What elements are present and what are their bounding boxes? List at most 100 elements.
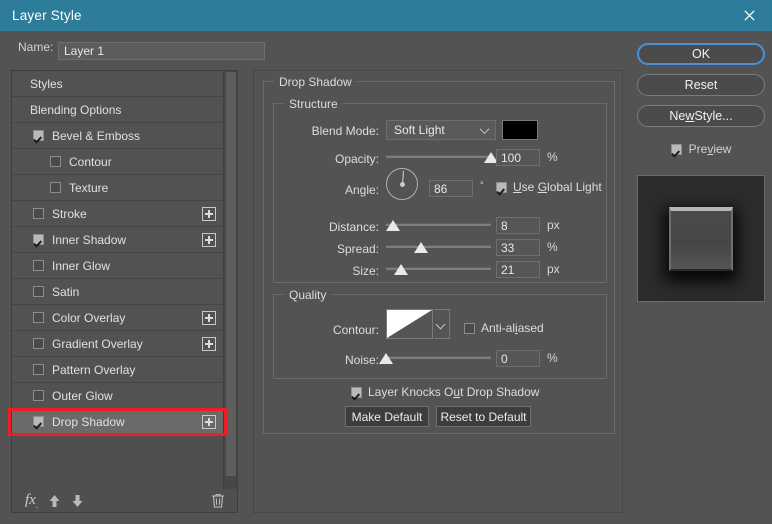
- styles-list-item-checkbox[interactable]: [33, 338, 44, 349]
- styles-list-item-label: Pattern Overlay: [52, 362, 136, 377]
- styles-list-item[interactable]: Bevel & Emboss: [12, 123, 224, 149]
- layer-name-input[interactable]: [58, 42, 265, 60]
- styles-list-item-checkbox[interactable]: [33, 286, 44, 297]
- spread-slider[interactable]: [386, 240, 491, 254]
- angle-dial-hub: [400, 182, 405, 187]
- distance-slider[interactable]: [386, 218, 491, 232]
- styles-list[interactable]: Styles Blending Options Bevel & Emboss Cont…: [12, 71, 224, 491]
- styles-list-item-checkbox[interactable]: [33, 130, 44, 141]
- styles-list-item-label: Outer Glow: [52, 388, 113, 403]
- styles-list-item[interactable]: Inner Shadow: [12, 227, 224, 253]
- new-style-button[interactable]: Ne w Style...: [637, 105, 765, 127]
- preview-row: Preview: [637, 139, 765, 159]
- add-effect-icon[interactable]: [202, 233, 216, 247]
- spread-unit: %: [547, 240, 558, 254]
- styles-list-item[interactable]: Satin: [12, 279, 224, 305]
- ok-button[interactable]: OK: [637, 43, 765, 65]
- blend-mode-value: Soft Light: [394, 123, 445, 137]
- reset-to-default-button[interactable]: Reset to Default: [436, 406, 531, 427]
- use-global-light-label: Use Global Light: [513, 180, 602, 194]
- arrow-down-icon[interactable]: [71, 494, 84, 508]
- noise-slider[interactable]: [379, 351, 491, 365]
- contour-dropdown[interactable]: [434, 309, 450, 339]
- reset-button[interactable]: Reset: [637, 74, 765, 96]
- trash-icon[interactable]: [211, 493, 225, 511]
- styles-list-item[interactable]: Blending Options: [12, 97, 224, 123]
- angle-label: Angle:: [344, 183, 379, 197]
- quality-group-label: Quality: [284, 288, 332, 302]
- close-icon[interactable]: [726, 0, 772, 31]
- styles-list-item[interactable]: Outer Glow: [12, 383, 224, 409]
- contour-preview[interactable]: [386, 309, 433, 339]
- distance-input[interactable]: [496, 217, 540, 234]
- structure-group-label: Structure: [284, 97, 343, 111]
- styles-list-item-label: Styles: [30, 76, 63, 91]
- styles-list-item-checkbox[interactable]: [33, 260, 44, 271]
- angle-input[interactable]: [429, 180, 473, 197]
- styles-toolbar: fx.: [12, 489, 237, 512]
- add-effect-icon[interactable]: [202, 415, 216, 429]
- styles-list-item-checkbox[interactable]: [33, 208, 44, 219]
- name-label: Name:: [18, 40, 54, 54]
- preview-checkbox[interactable]: [670, 143, 682, 155]
- styles-list-item-label: Gradient Overlay: [52, 336, 143, 351]
- styles-list-item-label: Inner Shadow: [52, 232, 127, 247]
- opacity-label: Opacity:: [334, 152, 379, 166]
- size-slider-knob[interactable]: [393, 264, 408, 275]
- distance-unit: px: [547, 218, 560, 232]
- noise-slider-knob[interactable]: [379, 353, 393, 364]
- styles-list-item-checkbox[interactable]: [50, 182, 61, 193]
- use-global-light-checkbox[interactable]: [496, 182, 507, 193]
- styles-list-item-checkbox[interactable]: [33, 234, 44, 245]
- layer-knocks-out-label: Layer Knocks Out Drop Shadow: [368, 385, 540, 399]
- styles-scrollbar[interactable]: [223, 71, 237, 491]
- styles-list-item-label: Blending Options: [30, 102, 122, 117]
- styles-list-item-label: Satin: [52, 284, 80, 299]
- size-slider[interactable]: [386, 262, 491, 276]
- spread-input[interactable]: [496, 239, 540, 256]
- distance-label: Distance:: [328, 220, 379, 234]
- add-effect-icon[interactable]: [202, 207, 216, 221]
- layer-knocks-out-checkbox[interactable]: [351, 387, 362, 398]
- blend-mode-label: Blend Mode:: [311, 124, 379, 138]
- styles-list-item[interactable]: Stroke: [12, 201, 224, 227]
- distance-slider-knob[interactable]: [386, 220, 401, 231]
- styles-list-item[interactable]: Texture: [12, 175, 224, 201]
- opacity-slider[interactable]: [386, 150, 498, 164]
- angle-dial[interactable]: [386, 168, 418, 200]
- fx-icon[interactable]: fx.: [25, 492, 38, 510]
- styles-list-item-checkbox[interactable]: [50, 156, 61, 167]
- make-default-button[interactable]: Make Default: [345, 406, 429, 427]
- title-bar: Layer Style: [0, 0, 772, 31]
- styles-list-item[interactable]: Contour: [12, 149, 224, 175]
- styles-list-item[interactable]: Styles: [12, 71, 224, 97]
- shadow-color-swatch[interactable]: [502, 120, 538, 140]
- preview-shape: [669, 206, 733, 271]
- styles-list-item[interactable]: Inner Glow: [12, 253, 224, 279]
- noise-label: Noise:: [344, 353, 379, 367]
- styles-list-item-checkbox[interactable]: [33, 416, 44, 427]
- styles-list-item[interactable]: Pattern Overlay: [12, 357, 224, 383]
- preview-thumbnail: [637, 175, 765, 302]
- styles-list-item-checkbox[interactable]: [33, 312, 44, 323]
- add-effect-icon[interactable]: [202, 311, 216, 325]
- styles-list-item[interactable]: Drop Shadow: [12, 409, 224, 435]
- styles-list-item[interactable]: Gradient Overlay: [12, 331, 224, 357]
- opacity-slider-track: [386, 155, 491, 158]
- spread-slider-knob[interactable]: [413, 242, 428, 253]
- noise-input[interactable]: [496, 350, 540, 367]
- size-input[interactable]: [496, 261, 540, 278]
- scrollbar-thumb[interactable]: [226, 72, 236, 476]
- anti-aliased-checkbox[interactable]: [464, 323, 475, 334]
- size-unit: px: [547, 262, 560, 276]
- arrow-up-icon[interactable]: [48, 494, 61, 508]
- add-effect-icon[interactable]: [202, 337, 216, 351]
- styles-list-item[interactable]: Color Overlay: [12, 305, 224, 331]
- blend-mode-select[interactable]: Soft Light: [386, 120, 496, 140]
- styles-list-item-checkbox[interactable]: [33, 390, 44, 401]
- styles-list-item-label: Contour: [69, 154, 112, 169]
- styles-list-item-checkbox[interactable]: [33, 364, 44, 375]
- styles-list-item-label: Color Overlay: [52, 310, 126, 325]
- opacity-input[interactable]: [496, 149, 540, 166]
- spread-slider-track: [386, 245, 491, 248]
